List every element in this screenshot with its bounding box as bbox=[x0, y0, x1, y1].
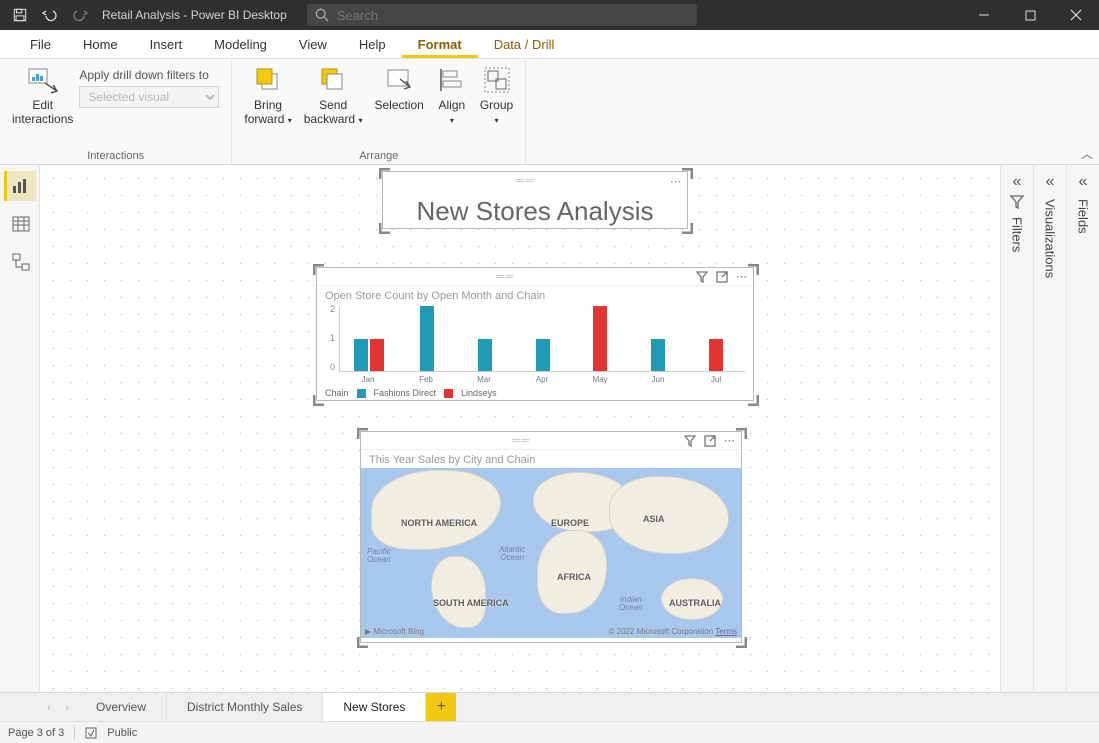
expand-icon[interactable]: « bbox=[1079, 173, 1088, 191]
add-page-button[interactable]: + bbox=[426, 693, 456, 721]
align-icon bbox=[436, 64, 468, 96]
bring-forward-icon bbox=[252, 64, 284, 96]
align-button[interactable]: Align▾ bbox=[432, 62, 472, 129]
canvas-area[interactable]: ══ ⋯ New Stores Analysis ══ ⋯ Open Store… bbox=[40, 165, 1000, 692]
close-icon[interactable] bbox=[1053, 0, 1099, 30]
bar-chart-visual[interactable]: ══ ⋯ Open Store Count by Open Month and … bbox=[316, 267, 754, 401]
page-tab-overview[interactable]: Overview bbox=[76, 693, 167, 721]
more-options-icon[interactable]: ⋯ bbox=[670, 175, 681, 188]
bar[interactable] bbox=[651, 339, 665, 372]
minimize-icon[interactable] bbox=[961, 0, 1007, 30]
model-view-icon[interactable] bbox=[4, 247, 36, 277]
search-icon bbox=[315, 8, 329, 22]
more-options-icon[interactable]: ⋯ bbox=[724, 434, 735, 447]
menu-file[interactable]: File bbox=[14, 31, 67, 58]
redo-icon[interactable] bbox=[66, 0, 94, 30]
filter-icon[interactable] bbox=[696, 271, 708, 283]
search-box[interactable] bbox=[307, 4, 697, 26]
fields-pane-collapsed[interactable]: « Fields bbox=[1066, 165, 1099, 692]
save-icon[interactable] bbox=[6, 0, 34, 30]
chart-title: Open Store Count by Open Month and Chain bbox=[317, 286, 753, 304]
ribbon: Edit interactions Apply drill down filte… bbox=[0, 59, 1099, 165]
ribbon-group-interactions: Interactions bbox=[8, 150, 223, 164]
page-tab-new-stores[interactable]: New Stores bbox=[323, 693, 426, 721]
drag-handle-icon[interactable]: ══ bbox=[367, 435, 676, 447]
bar[interactable] bbox=[593, 306, 607, 371]
bar-plot bbox=[339, 306, 745, 372]
ribbon-group-arrange: Arrange bbox=[240, 150, 517, 164]
bar[interactable] bbox=[536, 339, 550, 372]
filter-icon bbox=[1010, 195, 1024, 209]
bar[interactable] bbox=[709, 339, 723, 372]
app-title: Retail Analysis - Power BI Desktop bbox=[102, 8, 287, 22]
prev-page-icon[interactable]: ‹ bbox=[40, 693, 58, 721]
bring-forward-button[interactable]: Bring forward ▾ bbox=[240, 62, 295, 129]
drag-handle-icon[interactable]: ══ bbox=[389, 175, 662, 187]
map-body[interactable]: NORTH AMERICA SOUTH AMERICA EUROPE AFRIC… bbox=[361, 468, 741, 638]
focus-mode-icon[interactable] bbox=[716, 271, 728, 283]
map-visual[interactable]: ══ ⋯ This Year Sales by City and Chain N… bbox=[360, 431, 742, 643]
sensitivity-icon[interactable] bbox=[85, 727, 97, 739]
menu-modeling[interactable]: Modeling bbox=[198, 31, 283, 58]
menu-home[interactable]: Home bbox=[67, 31, 134, 58]
bar[interactable] bbox=[354, 339, 368, 372]
maximize-icon[interactable] bbox=[1007, 0, 1053, 30]
selection-icon bbox=[383, 64, 415, 96]
bar[interactable] bbox=[478, 339, 492, 372]
titlebar: Retail Analysis - Power BI Desktop bbox=[0, 0, 1099, 30]
send-backward-button[interactable]: Send backward ▾ bbox=[300, 62, 367, 129]
expand-icon[interactable]: « bbox=[1046, 173, 1055, 191]
sensitivity-label: Public bbox=[107, 727, 137, 739]
menu-tabs: File Home Insert Modeling View Help Form… bbox=[0, 30, 1099, 59]
title-text: New Stores Analysis bbox=[383, 190, 687, 235]
drag-handle-icon[interactable]: ══ bbox=[323, 271, 688, 283]
filter-icon[interactable] bbox=[684, 435, 696, 447]
chart-legend: Chain Fashions Direct Lindseys bbox=[317, 384, 753, 402]
data-view-icon[interactable] bbox=[4, 209, 36, 239]
expand-icon[interactable]: « bbox=[1013, 173, 1022, 191]
page-indicator: Page 3 of 3 bbox=[8, 727, 64, 739]
collapse-ribbon-icon[interactable]: ︿ bbox=[1081, 145, 1093, 162]
report-view-icon[interactable] bbox=[4, 171, 36, 201]
map-terms-link[interactable]: Terms bbox=[715, 627, 737, 636]
menu-help[interactable]: Help bbox=[343, 31, 402, 58]
next-page-icon[interactable]: › bbox=[58, 693, 76, 721]
more-options-icon[interactable]: ⋯ bbox=[736, 270, 747, 283]
focus-mode-icon[interactable] bbox=[704, 435, 716, 447]
bar[interactable] bbox=[370, 339, 384, 372]
menu-format[interactable]: Format bbox=[402, 31, 478, 58]
filters-pane-collapsed[interactable]: « Filters bbox=[1000, 165, 1033, 692]
map-title: This Year Sales by City and Chain bbox=[361, 450, 741, 468]
menu-data-drill[interactable]: Data / Drill bbox=[478, 31, 571, 58]
edit-interactions-icon bbox=[27, 64, 59, 96]
group-icon bbox=[481, 64, 513, 96]
bar[interactable] bbox=[420, 306, 434, 371]
title-visual[interactable]: ══ ⋯ New Stores Analysis bbox=[382, 171, 688, 229]
menu-insert[interactable]: Insert bbox=[134, 31, 199, 58]
view-switcher bbox=[0, 165, 40, 692]
edit-interactions-button[interactable]: Edit interactions bbox=[8, 62, 77, 129]
page-tab-district[interactable]: District Monthly Sales bbox=[167, 693, 323, 721]
undo-icon[interactable] bbox=[36, 0, 64, 30]
x-axis: JanFebMarAprMayJunJul bbox=[339, 375, 745, 384]
visualizations-pane-collapsed[interactable]: « Visualizations bbox=[1033, 165, 1066, 692]
apply-drill-select[interactable]: Selected visual bbox=[79, 86, 219, 108]
search-input[interactable] bbox=[337, 8, 689, 23]
group-button[interactable]: Group▾ bbox=[476, 62, 517, 129]
status-bar: Page 3 of 3 Public bbox=[0, 721, 1099, 743]
menu-view[interactable]: View bbox=[283, 31, 343, 58]
send-backward-icon bbox=[317, 64, 349, 96]
page-tabs: ‹ › Overview District Monthly Sales New … bbox=[0, 692, 1099, 721]
selection-pane-button[interactable]: Selection bbox=[370, 62, 427, 129]
y-axis: 210 bbox=[323, 304, 335, 372]
apply-drill-label: Apply drill down filters to bbox=[79, 68, 208, 82]
